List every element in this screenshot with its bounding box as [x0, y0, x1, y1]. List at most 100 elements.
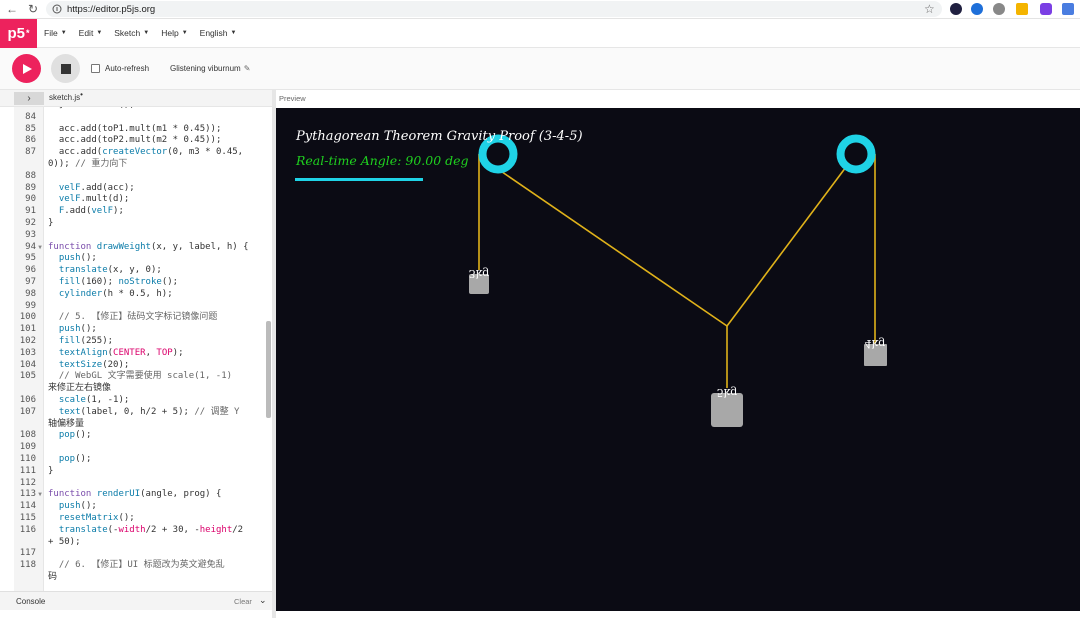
sidebar-toggle-button[interactable]: › — [14, 92, 44, 105]
code-line[interactable]: 104 textSize(20); — [14, 360, 272, 372]
play-button[interactable] — [12, 54, 41, 83]
line-number: 105 — [19, 371, 36, 382]
file-tab-sketch[interactable]: sketch.js• — [49, 90, 83, 102]
sketch-toolbar: Auto-refresh Glistening viburnum ✎ — [0, 48, 1080, 90]
line-number: 111 — [19, 465, 36, 476]
code-editor[interactable]: }.normalize();8485 acc.add(toP1.mult(m1 … — [0, 107, 272, 591]
line-number: 93 — [25, 229, 36, 240]
code-text: pop(); — [58, 430, 92, 441]
p5-logo[interactable]: p5 * — [0, 18, 37, 48]
code-line[interactable]: 106 scale(1, -1); — [14, 395, 272, 407]
code-line[interactable]: 92} — [14, 218, 272, 230]
code-line[interactable]: 116 translate(-width/2 + 30, -height/2 — [14, 525, 272, 537]
autorefresh-checkbox[interactable] — [91, 64, 100, 73]
line-number: 114 — [19, 501, 36, 512]
code-line[interactable]: 93 — [14, 230, 272, 242]
extension-icon[interactable] — [971, 3, 983, 15]
fold-arrow-icon[interactable]: ▼ — [36, 489, 44, 501]
caret-down-icon: ▼ — [96, 30, 103, 36]
preview-label: Preview — [279, 94, 306, 103]
code-line[interactable]: 113 ▼ function renderUI(angle, prog) { — [14, 489, 272, 501]
sketch-name[interactable]: Glistening viburnum ✎ — [170, 64, 250, 73]
line-number: 118 — [19, 560, 36, 571]
code-line[interactable]: 117 — [14, 548, 272, 560]
code-line[interactable]: 94 ▼ function drawWeight(x, y, label, h) { — [14, 242, 272, 254]
extension-icon[interactable] — [1040, 3, 1052, 15]
pencil-icon[interactable]: ✎ — [244, 64, 251, 73]
extensions-puzzle-icon[interactable] — [1016, 3, 1028, 15]
code-line[interactable]: 108 pop(); — [14, 430, 272, 442]
code-line[interactable]: 111} — [14, 466, 272, 478]
code-line[interactable]: 码 — [14, 572, 272, 584]
code-text: textSize(20); — [58, 359, 130, 370]
code-line[interactable]: 107 text(label, 0, h/2 + 5); // 调整 Y — [14, 407, 272, 419]
code-line[interactable]: 89 velF.add(acc); — [14, 183, 272, 195]
extension-icon[interactable] — [993, 3, 1005, 15]
fold-arrow-icon[interactable]: ▼ — [36, 242, 44, 254]
line-number — [14, 159, 36, 171]
chevron-down-icon[interactable]: ⌄ — [259, 595, 267, 606]
sketch-canvas[interactable]: 3kg 5kg 4kg Pythagorean Theorem Gravity … — [276, 108, 1080, 611]
code-line[interactable]: 102 fill(255); — [14, 336, 272, 348]
code-line[interactable]: 85 acc.add(toP1.mult(m1 * 0.45)); — [14, 124, 272, 136]
code-line[interactable]: 110 pop(); — [14, 454, 272, 466]
console-clear-button[interactable]: Clear — [234, 597, 252, 606]
menu-file[interactable]: File ▼ — [44, 28, 67, 38]
line-number: 115 — [19, 513, 36, 523]
code-line[interactable]: + 50); — [14, 537, 272, 549]
stop-button[interactable] — [51, 54, 80, 83]
code-line[interactable]: 95 push(); — [14, 253, 272, 265]
code-line[interactable]: 109 — [14, 442, 272, 454]
code-line[interactable]: 101 push(); — [14, 324, 272, 336]
bookmark-star-icon[interactable]: ☆ — [924, 2, 935, 16]
menu-language[interactable]: English ▼ — [200, 28, 237, 38]
code-line[interactable]: 91 F.add(velF); — [14, 206, 272, 218]
code-line[interactable]: 97 fill(160); noStroke(); — [14, 277, 272, 289]
translate-icon[interactable] — [1062, 3, 1074, 15]
code-line[interactable]: 98 cylinder(h * 0.5, h); — [14, 289, 272, 301]
line-number: 84 — [25, 111, 36, 122]
code-line[interactable]: 112 — [14, 478, 272, 490]
unsaved-dot: • — [80, 90, 83, 99]
code-line[interactable]: 84 — [14, 112, 272, 124]
code-line[interactable]: 88 — [14, 171, 272, 183]
back-icon[interactable]: ← — [3, 0, 21, 18]
menu-edit[interactable]: Edit ▼ — [79, 28, 103, 38]
code-line[interactable]: 103 textAlign(CENTER, TOP); — [14, 348, 272, 360]
code-line[interactable]: 105 // WebGL 文字需要使用 scale(1, -1) — [14, 371, 272, 383]
menu-help[interactable]: Help ▼ — [161, 28, 187, 38]
code-line[interactable]: 87 acc.add(createVector(0, m3 * 0.45, — [14, 147, 272, 159]
code-line[interactable]: 0)); // 重力向下 — [14, 159, 272, 171]
autorefresh-toggle[interactable]: Auto-refresh — [91, 64, 149, 73]
code-line[interactable]: 86 acc.add(toP2.mult(m2 * 0.45)); — [14, 135, 272, 147]
menu-sketch[interactable]: Sketch ▼ — [114, 28, 149, 38]
code-line[interactable]: 90 velF.mult(d); — [14, 194, 272, 206]
code-line[interactable]: 118 // 6. 【修正】UI 标题改为英文避免乱 — [14, 560, 272, 572]
code-text: text(label, 0, h/2 + 5); // 调整 Y — [58, 406, 240, 417]
code-line[interactable]: 115 resetMatrix(); — [14, 513, 272, 525]
line-number: 99 — [25, 300, 36, 311]
chevron-right-icon: › — [27, 93, 31, 104]
code-line[interactable]: 轴偏移量 — [14, 419, 272, 431]
extension-icon[interactable] — [950, 3, 962, 15]
code-line[interactable]: 99 — [14, 301, 272, 313]
reload-icon[interactable]: ↻ — [24, 0, 42, 18]
site-info-icon[interactable] — [52, 4, 62, 14]
code-line[interactable]: 114 push(); — [14, 501, 272, 513]
line-number: 90 — [25, 194, 36, 205]
code-text: } — [48, 465, 54, 476]
line-number: 94 — [25, 241, 36, 252]
code-text: 轴偏移量 — [48, 418, 85, 429]
address-bar[interactable]: https://editor.p5js.org — [46, 1, 942, 17]
code-line[interactable]: 100 // 5. 【修正】砝码文字标记镜像问题 — [14, 312, 272, 324]
editor-scrollbar[interactable] — [266, 321, 271, 418]
code-line[interactable]: 96 translate(x, y, 0); — [14, 265, 272, 277]
code-line[interactable]: 来修正左右镜像 — [14, 383, 272, 395]
